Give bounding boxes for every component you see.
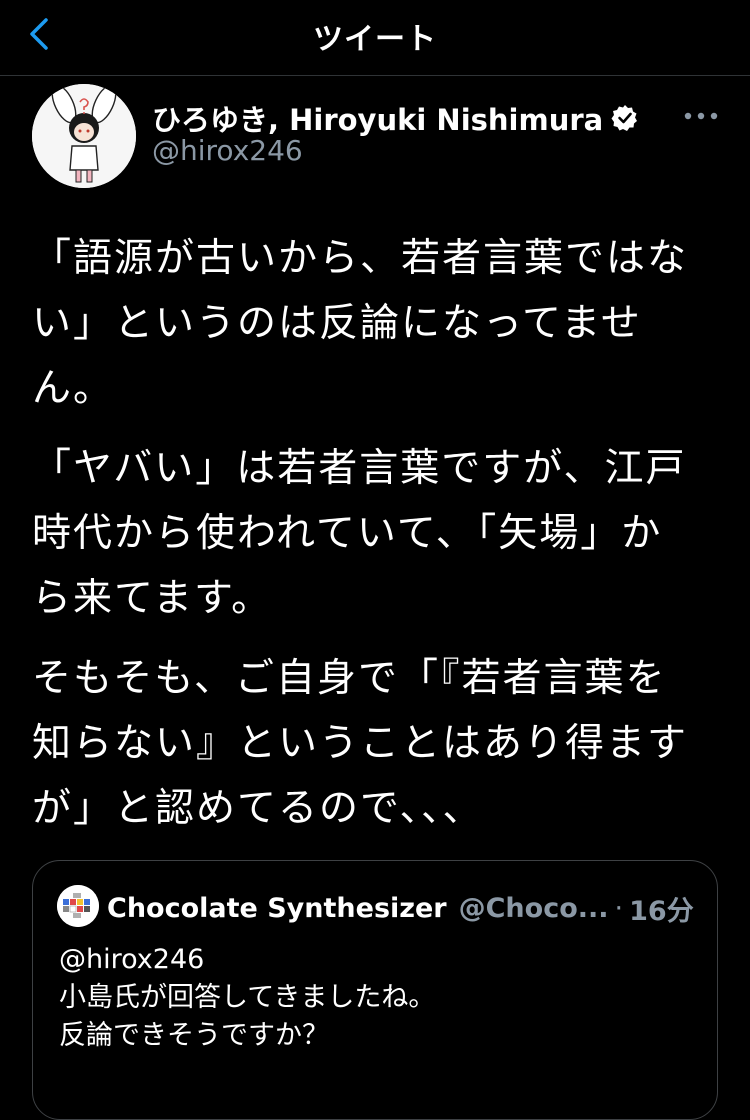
quoted-timestamp: 16分 — [629, 896, 694, 927]
quoted-tweet-header: Chocolate Synthesizer @Choco... · 16分 — [107, 889, 707, 928]
top-navigation-bar: ツイート — [0, 0, 750, 76]
tweet-paragraph: そもそも、ご自身で「『若者言葉を 知らない』ということはあり得ます が」と認めて… — [32, 646, 712, 841]
quoted-tweet-line: 小島氏が回答してきましたね。 — [59, 982, 436, 1013]
quoted-author-avatar[interactable] — [57, 885, 99, 927]
tweet-line: 時代から使われていて、「矢場」か — [32, 511, 663, 556]
tweet-paragraph: 「ヤバい」は若者言葉ですが、江戸 時代から使われていて、「矢場」か ら来てます。 — [32, 436, 712, 631]
quoted-avatar-illustration — [57, 885, 99, 927]
tweet-line: ん。 — [32, 366, 115, 411]
tweet-paragraph: 「語源が古いから、若者言葉ではな い」というのは反論になってませ ん。 — [32, 226, 712, 421]
quoted-author-handle[interactable]: @Choco... — [459, 893, 609, 924]
author-name[interactable]: ひろゆき, Hiroyuki Nishimura — [152, 97, 603, 139]
quoted-tweet-line: 反論できそうですか？ — [59, 1020, 329, 1051]
quoted-meta-separator: · — [614, 893, 624, 924]
tweet-line: 「ヤバい」は若者言葉ですが、江戸 — [32, 446, 687, 491]
verified-badge-icon — [611, 105, 638, 131]
quoted-tweet-line: @hirox246 — [59, 944, 205, 975]
tweet-line: そもそも、ご自身で「『若者言葉を — [32, 656, 667, 701]
page-title: ツイート — [313, 22, 437, 57]
tweet-line: が」と認めてるので、、、 — [32, 786, 484, 831]
tweet-body: 「語源が古いから、若者言葉ではな い」というのは反論になってませ ん。 「ヤバい… — [32, 226, 712, 856]
avatar-illustration — [32, 84, 136, 188]
tweet-line: 「語源が古いから、若者言葉ではな — [32, 236, 689, 281]
author-handle[interactable]: @hirox246 — [152, 134, 303, 167]
quoted-author-name[interactable]: Chocolate Synthesizer — [107, 893, 447, 924]
quoted-tweet-text: @hirox246 小島氏が回答してきましたね。 反論できそうですか？ — [59, 941, 699, 1055]
tweet-line: ら来てます。 — [32, 576, 273, 621]
quoted-tweet-card[interactable]: Chocolate Synthesizer @Choco... · 16分 @h… — [32, 860, 718, 1120]
tweet-line: 知らない』ということはあり得ます — [32, 721, 689, 766]
author-avatar[interactable] — [32, 84, 136, 188]
more-options-icon[interactable] — [680, 104, 722, 128]
tweet-line: い」というのは反論になってませ — [32, 301, 642, 346]
author-name-row: ひろゆき, Hiroyuki Nishimura — [152, 98, 639, 138]
